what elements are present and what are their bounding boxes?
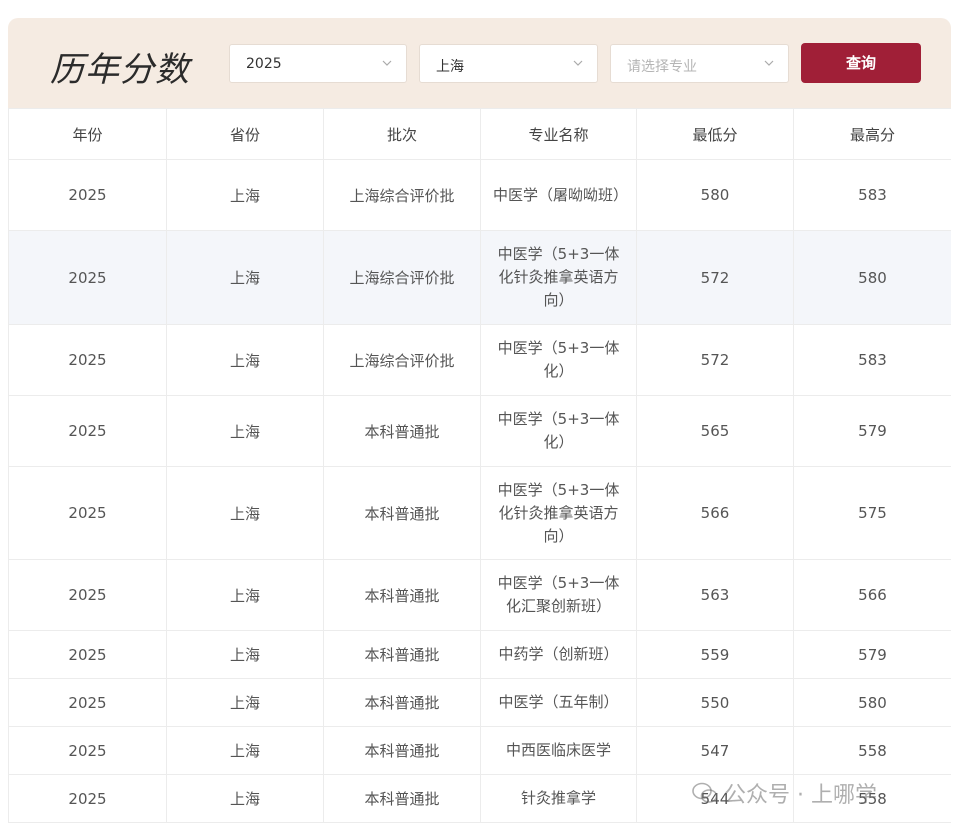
table-row: 2025 上海 本科普通批 中西医临床医学 547 558 [8, 726, 951, 775]
cell-province: 上海 [166, 559, 324, 631]
cell-min-score: 563 [636, 559, 794, 631]
year-select-value: 2025 [246, 56, 282, 72]
cell-batch: 上海综合评价批 [323, 159, 481, 231]
cell-major: 中医学（5+3一体化针灸推拿英语方向） [480, 466, 637, 560]
cell-min-score: 550 [636, 678, 794, 727]
cell-province: 上海 [166, 774, 324, 823]
table-header-row: 年份 省份 批次 专业名称 最低分 最高分 [8, 108, 951, 160]
year-select[interactable]: 2025 [229, 44, 407, 83]
cell-year: 2025 [8, 159, 167, 231]
cell-max-score: 558 [793, 774, 951, 823]
column-header-min-score: 最低分 [636, 108, 794, 160]
table-row: 2025 上海 本科普通批 中药学（创新班） 559 579 [8, 630, 951, 679]
cell-province: 上海 [166, 395, 324, 467]
table-row: 2025 上海 本科普通批 针灸推拿学 544 558 [8, 774, 951, 823]
major-select-placeholder: 请选择专业 [627, 59, 697, 75]
cell-min-score: 580 [636, 159, 794, 231]
cell-min-score: 572 [636, 230, 794, 325]
cell-province: 上海 [166, 466, 324, 560]
cell-batch: 本科普通批 [323, 630, 481, 679]
cell-min-score: 566 [636, 466, 794, 560]
cell-batch: 本科普通批 [323, 559, 481, 631]
table-row: 2025 上海 本科普通批 中医学（5+3一体化针灸推拿英语方向） 566 57… [8, 466, 951, 560]
column-header-province: 省份 [166, 108, 324, 160]
chevron-down-icon [382, 58, 392, 68]
cell-max-score: 583 [793, 324, 951, 396]
column-header-max-score: 最高分 [793, 108, 951, 160]
cell-major: 中医学（5+3一体化） [480, 395, 637, 467]
cell-major: 中药学（创新班） [480, 630, 637, 679]
cell-year: 2025 [8, 774, 167, 823]
province-select-value: 上海 [436, 59, 464, 75]
table-row: 2025 上海 本科普通批 中医学（五年制） 550 580 [8, 678, 951, 727]
query-button[interactable]: 查询 [801, 43, 921, 83]
cell-batch: 本科普通批 [323, 395, 481, 467]
cell-max-score: 580 [793, 230, 951, 325]
cell-province: 上海 [166, 726, 324, 775]
page-title: 历年分数 [50, 50, 190, 90]
major-select[interactable]: 请选择专业 [610, 44, 789, 83]
cell-min-score: 565 [636, 395, 794, 467]
cell-major: 中西医临床医学 [480, 726, 637, 775]
table-row: 2025 上海 上海综合评价批 中医学（5+3一体化针灸推拿英语方向） 572 … [8, 230, 951, 325]
cell-province: 上海 [166, 324, 324, 396]
cell-year: 2025 [8, 324, 167, 396]
cell-max-score: 558 [793, 726, 951, 775]
cell-province: 上海 [166, 159, 324, 231]
province-select[interactable]: 上海 [419, 44, 598, 83]
cell-max-score: 583 [793, 159, 951, 231]
cell-year: 2025 [8, 559, 167, 631]
cell-province: 上海 [166, 230, 324, 325]
cell-min-score: 547 [636, 726, 794, 775]
score-table: 年份 省份 批次 专业名称 最低分 最高分 2025 上海 上海综合评价批 中医… [8, 108, 951, 823]
cell-major: 中医学（5+3一体化针灸推拿英语方向） [480, 230, 637, 325]
cell-major: 中医学（5+3一体化汇聚创新班） [480, 559, 637, 631]
cell-batch: 本科普通批 [323, 466, 481, 560]
cell-batch: 本科普通批 [323, 678, 481, 727]
cell-year: 2025 [8, 726, 167, 775]
cell-major: 中医学（5+3一体化） [480, 324, 637, 396]
cell-major: 中医学（屠呦呦班） [480, 159, 637, 231]
cell-major: 中医学（五年制） [480, 678, 637, 727]
cell-batch: 上海综合评价批 [323, 230, 481, 325]
cell-major: 针灸推拿学 [480, 774, 637, 823]
score-panel: 历年分数 2025 上海 请选择专业 查询 年份 省份 批次 专业名称 最低分 … [8, 18, 951, 824]
column-header-batch: 批次 [323, 108, 481, 160]
cell-province: 上海 [166, 630, 324, 679]
table-row: 2025 上海 上海综合评价批 中医学（屠呦呦班） 580 583 [8, 159, 951, 231]
cell-year: 2025 [8, 678, 167, 727]
cell-batch: 本科普通批 [323, 726, 481, 775]
cell-max-score: 575 [793, 466, 951, 560]
chevron-down-icon [764, 58, 774, 68]
cell-min-score: 559 [636, 630, 794, 679]
table-row: 2025 上海 本科普通批 中医学（5+3一体化） 565 579 [8, 395, 951, 467]
cell-max-score: 566 [793, 559, 951, 631]
cell-year: 2025 [8, 230, 167, 325]
cell-max-score: 579 [793, 395, 951, 467]
cell-max-score: 579 [793, 630, 951, 679]
filter-header: 历年分数 2025 上海 请选择专业 查询 [8, 18, 951, 108]
chevron-down-icon [573, 58, 583, 68]
cell-year: 2025 [8, 630, 167, 679]
cell-batch: 上海综合评价批 [323, 324, 481, 396]
table-row: 2025 上海 本科普通批 中医学（5+3一体化汇聚创新班） 563 566 [8, 559, 951, 631]
cell-min-score: 572 [636, 324, 794, 396]
cell-province: 上海 [166, 678, 324, 727]
column-header-major: 专业名称 [480, 108, 637, 160]
table-row: 2025 上海 上海综合评价批 中医学（5+3一体化） 572 583 [8, 324, 951, 396]
cell-min-score: 544 [636, 774, 794, 823]
column-header-year: 年份 [8, 108, 167, 160]
cell-year: 2025 [8, 466, 167, 560]
cell-year: 2025 [8, 395, 167, 467]
cell-max-score: 580 [793, 678, 951, 727]
cell-batch: 本科普通批 [323, 774, 481, 823]
